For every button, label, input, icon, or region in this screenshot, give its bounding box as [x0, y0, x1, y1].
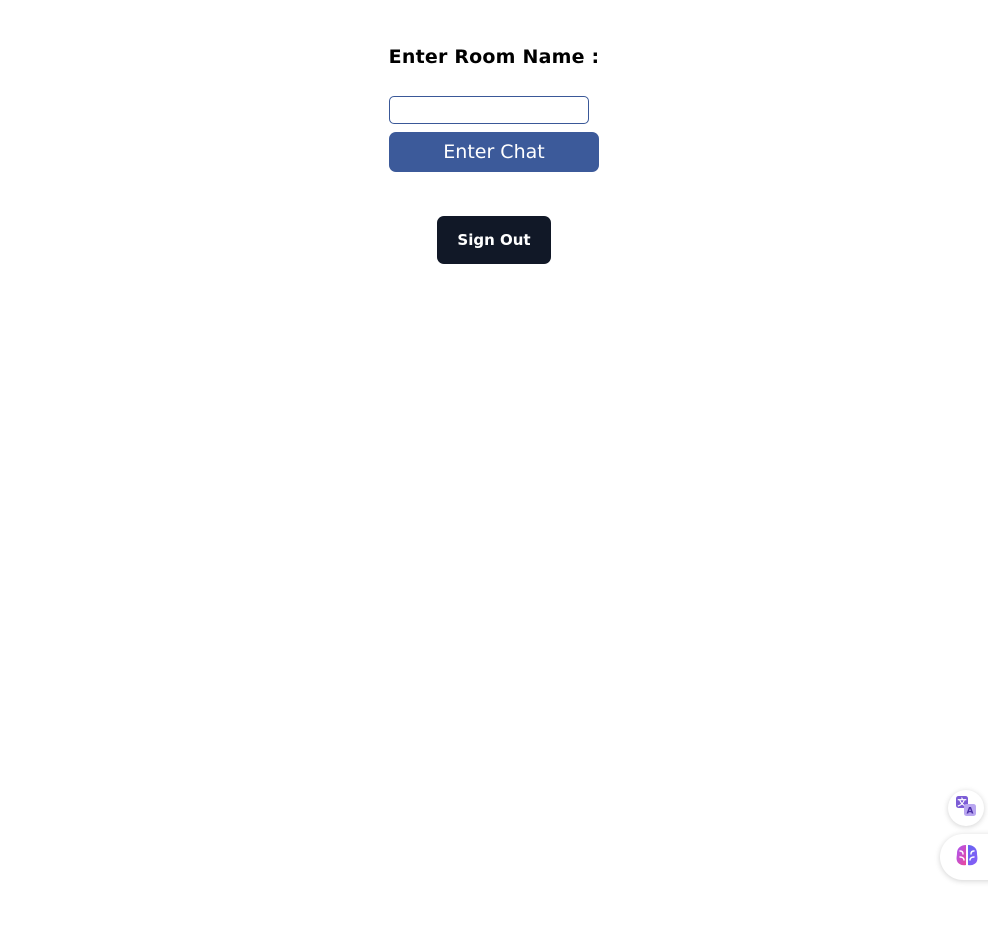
- room-name-input[interactable]: [389, 96, 589, 124]
- brain-icon: [954, 842, 980, 873]
- svg-text:A: A: [967, 806, 974, 816]
- ai-assistant-widget-button[interactable]: [940, 834, 988, 880]
- page: Enter Room Name : Enter Chat Sign Out 文 …: [0, 0, 988, 951]
- enter-chat-button[interactable]: Enter Chat: [389, 132, 599, 172]
- sign-out-button[interactable]: Sign Out: [437, 216, 551, 264]
- room-name-label: Enter Room Name :: [388, 46, 600, 68]
- translate-icon: 文 A: [955, 795, 977, 822]
- translate-widget-button[interactable]: 文 A: [948, 790, 984, 826]
